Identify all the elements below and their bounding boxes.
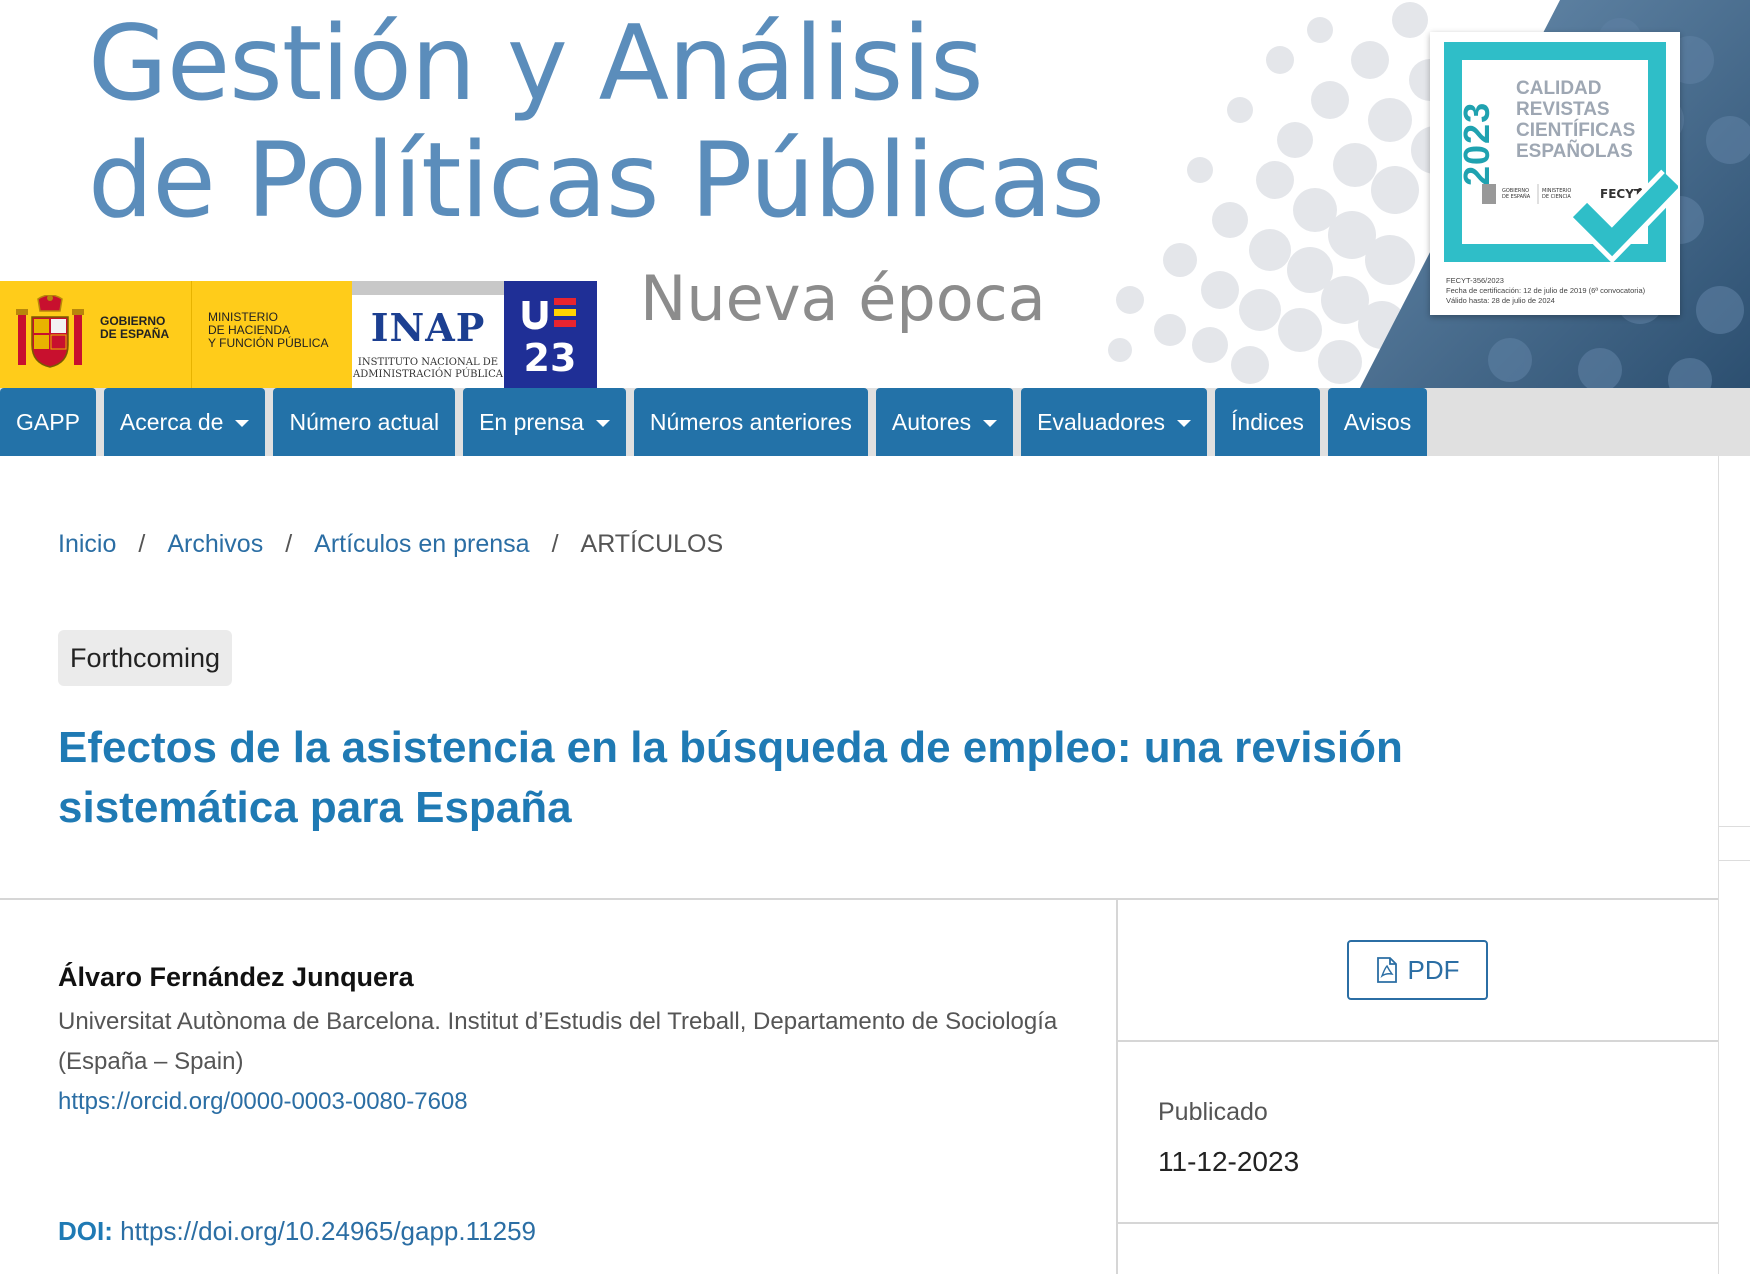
caret-down-icon [1177,420,1192,427]
edge-divider [1718,860,1750,861]
nav-item-evaluadores[interactable]: Evaluadores [1021,388,1208,456]
breadcrumb-link-articulos-en-prensa[interactable]: Artículos en prensa [314,530,529,559]
gobierno-espana-logo: GOBIERNO DE ESPAÑA MINISTERIO DE HACIENDA Y… [0,281,352,388]
nav-item-label: Índices [1231,408,1304,435]
column-divider [1116,900,1118,1274]
forthcoming-badge: Forthcoming [58,630,233,686]
nav-item-label: Evaluadores [1037,408,1166,435]
sidebar-divider [1118,1040,1718,1042]
svg-text:23: 23 [524,336,577,380]
author-affiliation: Universitat Autònoma de Barcelona. Insti… [58,1008,1058,1075]
nav-item-en-prensa[interactable]: En prensa [463,388,626,456]
sidebar-divider [1118,1222,1718,1224]
caret-down-icon [235,420,250,427]
author-name: Álvaro Fernández Junquera [58,962,414,992]
nav-item-label: Números anteriores [649,408,852,435]
journal-subtitle: Nueva época [640,262,1046,335]
fecyt-quality-seal: 2023 CALIDAD REVISTAS CIENTÍFICAS ESPAÑO… [1430,32,1680,315]
breadcrumb-link-archivos[interactable]: Archivos [167,530,263,559]
breadcrumb-link-inicio[interactable]: Inicio [58,530,116,559]
nav-item-autores[interactable]: Autores [875,388,1014,456]
nav-item-label: GAPP [16,408,80,435]
nav-item-numero-actual[interactable]: Número actual [273,388,456,456]
institution-logos: GOBIERNO DE ESPAÑA MINISTERIO DE HACIENDA Y… [0,281,597,388]
edge-divider [1718,826,1750,827]
ue23-logo: 23 [504,281,597,388]
fecyt-seal-footer: FECYT-356/2023 Fecha de certificación: 1… [1446,276,1646,305]
coat-of-arms-icon [16,295,84,368]
doi-label: DOI: [58,1216,113,1246]
breadcrumb: Inicio / Archivos / Artículos en prensa … [58,530,723,559]
author-orcid-link[interactable]: https://orcid.org/0000-0003-0080-7608 [58,1088,468,1116]
breadcrumb-separator: / [138,530,146,558]
nav-item-avisos[interactable]: Avisos [1327,388,1428,456]
journal-title[interactable]: Gestión y Análisis de Políticas Públicas [88,4,1105,241]
fecyt-year: 2023 [1456,101,1497,186]
breadcrumb-current: ARTÍCULOS [580,530,724,558]
article-title: Efectos de la asistencia en la búsqueda … [58,723,1403,832]
fecyt-seal-text: CALIDAD REVISTAS CIENTÍFICAS ESPAÑOLAS [1516,78,1636,162]
pdf-file-icon [1376,957,1397,983]
caret-down-icon [983,420,998,427]
ue23-mark: 23 [522,298,577,380]
nav-item-label: En prensa [479,408,584,435]
inap-logo-title: INAP [370,305,486,350]
breadcrumb-separator: / [285,530,293,558]
site-header-banner: Gestión y Análisis de Políticas Públicas… [0,0,1750,388]
caret-down-icon [595,420,610,427]
published-label: Publicado [1158,1098,1268,1126]
svg-text:DE CIENCIA: DE CIENCIA [1542,194,1571,200]
nav-item-indices[interactable]: Índices [1215,388,1320,456]
nav-item-acerca-de[interactable]: Acerca de [103,388,266,456]
nav-item-label: Avisos [1343,408,1412,435]
inap-logo: INAP INSTITUTO NACIONAL DE ADMINISTRACIÓN… [352,281,504,388]
journal-title-line2: de Políticas Públicas [88,121,1105,241]
doi-link[interactable]: https://doi.org/10.24965/gapp.11259 [120,1216,536,1246]
main-navigation: GAPP Acerca de Número actual En prensa Númer… [0,388,1435,456]
nav-item-label: Acerca de [119,408,224,435]
nav-item-label: Autores [891,408,972,435]
journal-title-line1: Gestión y Análisis [88,4,984,124]
breadcrumb-separator: / [551,530,559,558]
nav-item-label: Número actual [289,408,440,435]
inap-logo-subtitle: INSTITUTO NACIONAL DE ADMINISTRACIÓN PÚBL… [353,357,503,380]
published-date: 11-12-2023 [1158,1146,1300,1177]
pdf-button-label: PDF [1407,954,1460,985]
content-right-border [1718,456,1719,1274]
nav-item-numeros-anteriores[interactable]: Números anteriores [633,388,868,456]
nav-item-gapp[interactable]: GAPP [0,388,96,456]
section-divider [0,898,1718,900]
pdf-download-button[interactable]: PDF [1347,940,1488,1000]
checkmark-icon [1569,169,1678,262]
svg-text:DE ESPAÑA: DE ESPAÑA [1502,193,1531,200]
article-doi: DOI: https://doi.org/10.24965/gapp.11259 [58,1216,536,1247]
